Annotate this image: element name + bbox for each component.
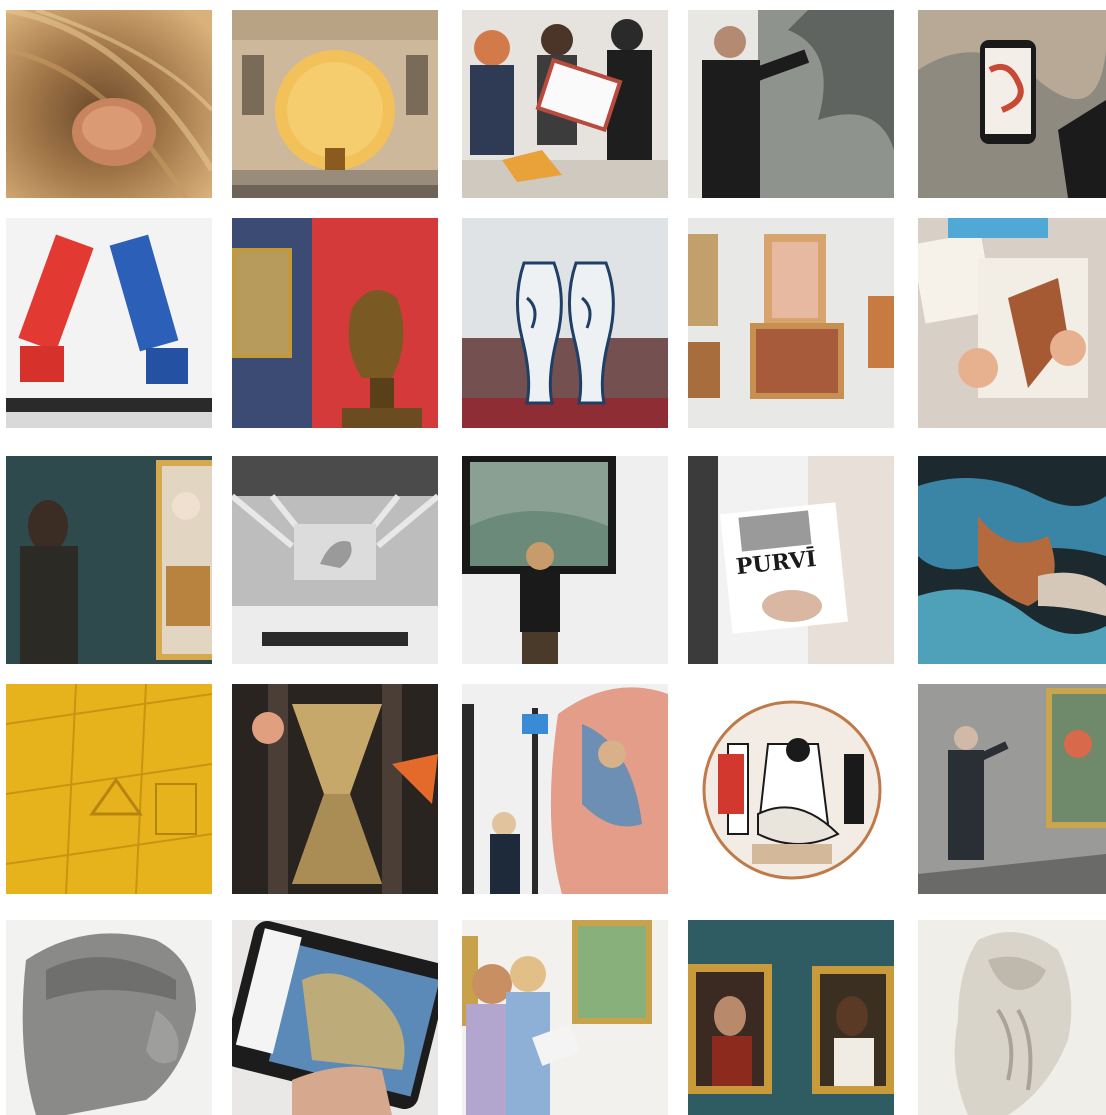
image-gallery-grid: PURVĪ: [0, 0, 1106, 1115]
bronze-bust-image: [232, 218, 438, 428]
man-presenting-image: [918, 684, 1106, 894]
framed-portraits-image: [688, 920, 894, 1115]
girl-viewing-image: [462, 456, 668, 664]
gallery-tile-woman-viewing-portrait[interactable]: [6, 456, 212, 664]
children-drawing-image: [918, 218, 1106, 428]
salon-hang-image: [688, 218, 894, 428]
phone-artwork-image: [918, 10, 1106, 198]
gallery-tile-geometric-sculpture[interactable]: [232, 684, 438, 894]
geometric-sculpture-image: [232, 684, 438, 894]
gallery-tile-projection-hall[interactable]: [232, 456, 438, 664]
gallery-tile-speaker-gesturing[interactable]: [688, 10, 894, 198]
blocks-sculpture-image: [6, 218, 212, 428]
gallery-tile-moses-marble[interactable]: [918, 920, 1106, 1115]
workshop-group-image: [462, 10, 668, 198]
gallery-tile-stone-head[interactable]: [6, 920, 212, 1115]
gallery-tile-twin-vases[interactable]: [462, 218, 668, 428]
gallery-tile-bronze-bust[interactable]: [232, 218, 438, 428]
nest-sculpture-image: [6, 10, 212, 198]
moses-marble-image: [918, 920, 1106, 1115]
projection-hall-image: [232, 456, 438, 664]
gallery-tile-round-illustration[interactable]: [688, 684, 894, 894]
gallery-tile-children-drawing[interactable]: [918, 218, 1106, 428]
gallery-tile-nest-sculpture[interactable]: [6, 10, 212, 198]
mural-image: [462, 684, 668, 894]
tablet-app-image: [232, 920, 438, 1115]
gallery-tile-girls-with-guide[interactable]: [462, 920, 668, 1115]
gallery-tile-salon-hang[interactable]: [688, 218, 894, 428]
girls-guide-image: [462, 920, 668, 1115]
gallery-tile-framed-portraits[interactable]: [688, 920, 894, 1115]
gallery-tile-yellow-relief[interactable]: [6, 684, 212, 894]
tapestry-image: [918, 456, 1106, 664]
gallery-tile-phone-artwork[interactable]: [918, 10, 1106, 198]
gallery-tile-workshop-group[interactable]: [462, 10, 668, 198]
gallery-tile-girl-viewing-landscape[interactable]: [462, 456, 668, 664]
speaker-image: [688, 10, 894, 198]
yellow-relief-image: [6, 684, 212, 894]
twin-vases-image: [462, 218, 668, 428]
gallery-tile-man-presenting[interactable]: [918, 684, 1106, 894]
gallery-tile-tablet-app[interactable]: [232, 920, 438, 1115]
gallery-tile-child-photographing-mural[interactable]: [462, 684, 668, 894]
stone-head-image: [6, 920, 212, 1115]
gallery-tile-red-blue-blocks[interactable]: [6, 218, 212, 428]
round-illustration-image: [688, 684, 894, 894]
museum-facade-image: [232, 10, 438, 198]
gallery-tile-museum-facade[interactable]: [232, 10, 438, 198]
gallery-tile-tapestry-detail[interactable]: [918, 456, 1106, 664]
woman-viewing-image: [6, 456, 212, 664]
